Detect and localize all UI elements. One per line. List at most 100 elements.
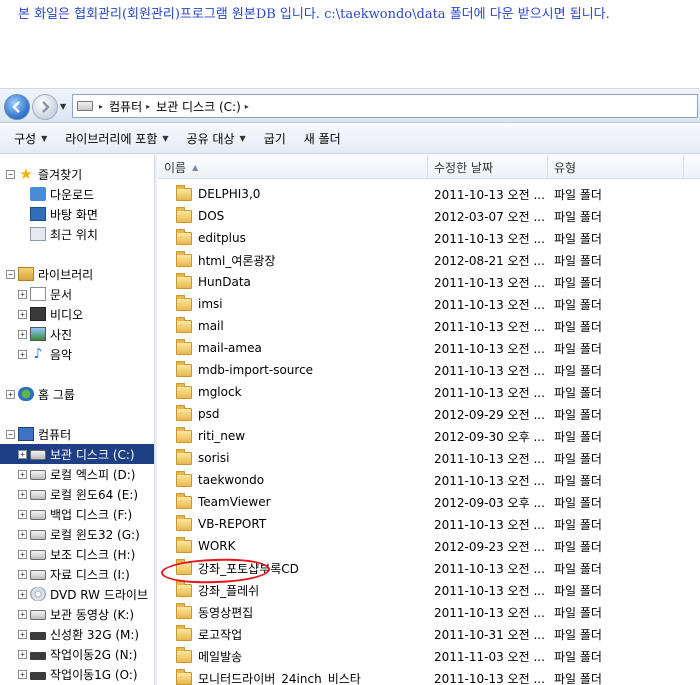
include-in-library-button[interactable]: 라이브러리에 포함 ▼ [63,130,178,147]
file-row[interactable]: mglock 2011-10-13 오전 ... 파일 폴더 [158,381,700,403]
file-row[interactable]: 로고작업 2011-10-31 오전 ... 파일 폴더 [158,623,700,645]
folder-icon [176,294,192,311]
nav-documents[interactable]: + 문서 [18,284,154,304]
nav-drive[interactable]: + 백업 디스크 (F:) [18,504,154,524]
file-type-cell: 파일 폴더 [554,407,602,422]
nav-drive[interactable]: + 로컬 윈도64 (E:) [18,484,154,504]
nav-recent[interactable]: 최근 위치 [30,224,154,244]
nav-downloads[interactable]: 다운로드 [30,184,154,204]
share-with-button[interactable]: 공유 대상 ▼ [185,130,256,147]
nav-libraries[interactable]: − 라이브러리 [6,264,154,284]
star-icon: ★ [19,165,33,183]
nav-drive[interactable]: + 작업이동1G (O:) [18,664,154,684]
nav-favorites[interactable]: − ★ 즐겨찾기 [6,164,154,184]
file-row[interactable]: mail 2011-10-13 오전 ... 파일 폴더 [158,315,700,337]
column-header-type[interactable]: 유형 [548,155,684,179]
nav-pictures[interactable]: + 사진 [18,324,154,344]
file-row[interactable]: sorisi 2011-10-13 오전 ... 파일 폴더 [158,447,700,469]
file-name-cell: mglock [176,381,426,403]
file-row[interactable]: editplus 2011-10-13 오전 ... 파일 폴더 [158,227,700,249]
nav-drive[interactable]: + 보관 동영상 (K:) [18,604,154,624]
file-row[interactable]: 강좌_플레쉬 2011-10-13 오전 ... 파일 폴더 [158,579,700,601]
new-folder-button[interactable]: 새 폴더 [302,130,351,147]
expand-icon[interactable]: + [6,389,15,399]
collapse-icon[interactable]: − [6,269,15,279]
expand-icon[interactable]: + [18,329,27,339]
column-header-name[interactable]: 이름 ▲ [158,155,428,179]
folder-icon [176,492,192,509]
organize-button[interactable]: 구성 ▼ [12,130,57,147]
file-row[interactable]: imsi 2011-10-13 오전 ... 파일 폴더 [158,293,700,315]
file-row[interactable]: 모니터드라이버_24inch_비스타 2011-10-13 오전 ... 파일 폴더 [158,667,700,685]
file-row[interactable]: TeamViewer 2012-09-03 오후 ... 파일 폴더 [158,491,700,513]
nav-drive[interactable]: + 보조 디스크 (H:) [18,544,154,564]
expand-icon[interactable]: + [18,509,27,519]
recent-pages-dropdown-icon[interactable]: ▼ [60,102,66,111]
sort-ascending-icon: ▲ [192,162,199,172]
nav-drive[interactable]: + 신성환 32G (M:) [18,624,154,644]
expand-icon[interactable]: + [18,469,27,479]
picture-icon [30,327,46,341]
file-row[interactable]: WORK 2012-09-23 오전 ... 파일 폴더 [158,535,700,557]
file-row[interactable]: 메일발송 2011-11-03 오전 ... 파일 폴더 [158,645,700,667]
file-type-cell: 파일 폴더 [554,297,602,312]
file-date-cell: 2011-10-13 오전 ... [434,187,545,202]
expand-icon[interactable]: + [18,589,27,599]
breadcrumb-computer[interactable]: 컴퓨터 ▸ [109,98,150,115]
collapse-icon[interactable]: − [6,169,15,179]
expand-icon[interactable]: + [18,289,27,299]
chevron-down-icon: ▼ [162,134,169,143]
nav-desktop[interactable]: 바탕 화면 [30,204,154,224]
file-row[interactable]: VB-REPORT 2011-10-13 오전 ... 파일 폴더 [158,513,700,535]
nav-drive[interactable]: + 작업이동2G (N:) [18,644,154,664]
pane-splitter[interactable] [154,155,157,685]
expand-icon[interactable]: + [18,449,27,459]
nav-homegroup[interactable]: + 홈 그룹 [6,384,154,404]
file-row[interactable]: DOS 2012-03-07 오전 ... 파일 폴더 [158,205,700,227]
file-row[interactable]: mdb-import-source 2011-10-13 오전 ... 파일 폴더 [158,359,700,381]
expand-icon[interactable]: + [18,349,27,359]
expand-icon[interactable]: + [18,629,27,639]
nav-drive[interactable]: + 로컬 엑스피 (D:) [18,464,154,484]
expand-icon[interactable]: + [18,529,27,539]
chevron-right-icon[interactable]: ▸ [99,102,103,111]
chevron-right-icon: ▸ [146,101,151,111]
folder-icon [176,338,192,355]
expand-icon[interactable]: + [18,309,27,319]
file-row[interactable]: mail-amea 2011-10-13 오전 ... 파일 폴더 [158,337,700,359]
nav-drive[interactable]: + 자료 디스크 (I:) [18,564,154,584]
collapse-icon[interactable]: − [6,429,15,439]
burn-button[interactable]: 굽기 [262,130,296,147]
file-row[interactable]: DELPHI3,0 2011-10-13 오전 ... 파일 폴더 [158,183,700,205]
file-name-cell: html_여론광장 [176,249,426,271]
nav-drive[interactable]: + 보관 디스크 (C:) [0,444,154,464]
back-button[interactable] [4,94,30,120]
file-date-cell: 2012-03-07 오전 ... [434,209,545,224]
expand-icon[interactable]: + [18,569,27,579]
forward-button[interactable] [32,94,58,120]
file-row[interactable]: psd 2012-09-29 오전 ... 파일 폴더 [158,403,700,425]
expand-icon[interactable]: + [18,649,27,659]
expand-icon[interactable]: + [18,609,27,619]
nav-videos[interactable]: + 비디오 [18,304,154,324]
file-row[interactable]: riti_new 2012-09-30 오후 ... 파일 폴더 [158,425,700,447]
file-row[interactable]: taekwondo 2011-10-13 오전 ... 파일 폴더 [158,469,700,491]
folder-icon [176,404,192,421]
file-type-cell: 파일 폴더 [554,451,602,466]
address-box[interactable]: ▸ 컴퓨터 ▸ 보관 디스크 (C:) ▸ [72,94,698,118]
nav-computer[interactable]: − 컴퓨터 [6,424,154,444]
nav-drive[interactable]: + 로컬 윈도32 (G:) [18,524,154,544]
file-row[interactable]: 동영상편집 2011-10-13 오전 ... 파일 폴더 [158,601,700,623]
breadcrumb-drive-c[interactable]: 보관 디스크 (C:) ▸ [156,98,249,115]
nav-music[interactable]: + ♪ 음악 [18,344,154,364]
file-row[interactable]: HunData 2011-10-13 오전 ... 파일 폴더 [158,271,700,293]
file-row[interactable]: html_여론광장 2012-08-21 오전 ... 파일 폴더 [158,249,700,271]
notice-text: 본 화일은 협회관리(회원관리)프로그램 원본DB 입니다. c:\taekwo… [18,7,610,22]
file-type-cell: 파일 폴더 [554,539,602,554]
column-header-date[interactable]: 수정한 날짜 [428,155,548,179]
nav-drive[interactable]: + DVD RW 드라이브 [18,584,154,604]
expand-icon[interactable]: + [18,669,27,679]
file-name-cell: VB-REPORT [176,513,426,535]
expand-icon[interactable]: + [18,489,27,499]
expand-icon[interactable]: + [18,549,27,559]
